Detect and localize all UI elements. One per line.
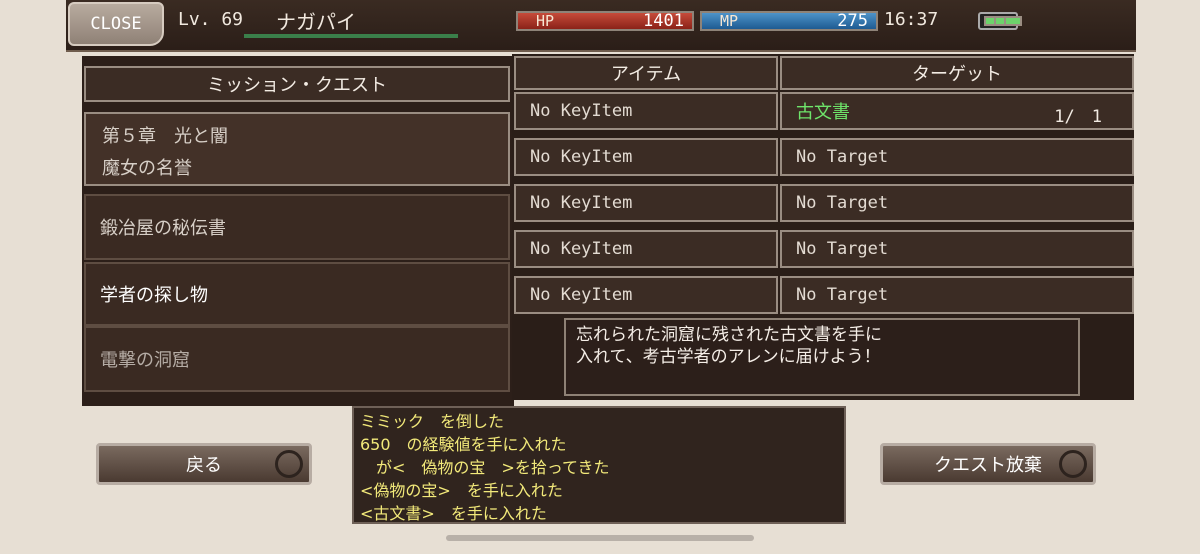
hp-gauge: HP 1401 xyxy=(516,11,694,31)
mp-value: 275 xyxy=(837,11,868,31)
item-cell: No KeyItem xyxy=(514,184,778,222)
target-count: 1/ 1 xyxy=(1054,107,1102,127)
hp-value: 1401 xyxy=(643,11,684,31)
mp-label: MP xyxy=(720,12,739,30)
abandon-button-label: クエスト放棄 xyxy=(934,455,1042,476)
target-cell: No Target xyxy=(780,230,1134,268)
quest-item-line2: 魔女の名誉 xyxy=(102,158,192,179)
target-cell: 古文書 1/ 1 xyxy=(780,92,1134,130)
item-cell: No KeyItem xyxy=(514,230,778,268)
close-button[interactable]: CLOSE xyxy=(68,2,164,46)
home-indicator[interactable] xyxy=(446,535,754,541)
item-column-header: アイテム xyxy=(514,56,778,90)
clock: 16:37 xyxy=(884,9,939,30)
back-button-label: 戻る xyxy=(186,455,222,476)
target-column-header: ターゲット xyxy=(780,56,1134,90)
level-text: Lv. 69 xyxy=(178,9,244,30)
swirl-ornament-icon xyxy=(275,450,303,478)
target-name: 古文書 xyxy=(796,102,850,123)
quest-item-cave[interactable]: 電撃の洞窟 xyxy=(84,326,510,392)
log-line: <古文書> を手に入れた xyxy=(360,504,547,523)
message-log: ミミック を倒した 650 の経験値を手に入れた が< 偽物の宝 >を拾ってきた… xyxy=(352,406,846,524)
battery-icon xyxy=(978,12,1022,30)
log-line: 650 の経験値を手に入れた xyxy=(360,435,567,454)
target-cell: No Target xyxy=(780,138,1134,176)
mp-gauge: MP 275 xyxy=(700,11,878,31)
quest-list-title: ミッション・クエスト xyxy=(84,66,510,102)
back-button[interactable]: 戻る xyxy=(96,443,312,485)
log-line: <偽物の宝> を手に入れた xyxy=(360,481,563,500)
description-line: 忘れられた洞窟に残された古文書を手に xyxy=(576,325,882,345)
abandon-quest-button[interactable]: クエスト放棄 xyxy=(880,443,1096,485)
item-cell: No KeyItem xyxy=(514,138,778,176)
quest-item-chapter5[interactable]: 第５章 光と闇 魔女の名誉 xyxy=(84,112,510,186)
log-line: が< 偽物の宝 >を拾ってきた xyxy=(360,458,610,477)
name-underline xyxy=(244,34,458,38)
description-line: 入れて、考古学者のアレンに届けよう！ xyxy=(576,347,881,367)
log-line: ミミック を倒した xyxy=(360,412,505,431)
quest-description: 忘れられた洞窟に残された古文書を手に 入れて、考古学者のアレンに届けよう！ xyxy=(564,318,1080,396)
quest-item-blacksmith[interactable]: 鍛冶屋の秘伝書 xyxy=(84,194,510,260)
swirl-ornament-icon xyxy=(1059,450,1087,478)
target-cell: No Target xyxy=(780,276,1134,314)
hp-label: HP xyxy=(536,12,555,30)
quest-item-scholar[interactable]: 学者の探し物 xyxy=(84,262,510,326)
item-cell: No KeyItem xyxy=(514,92,778,130)
item-cell: No KeyItem xyxy=(514,276,778,314)
character-name: ナガパイ xyxy=(276,10,356,34)
quest-item-line1: 第５章 光と闇 xyxy=(102,126,228,147)
target-cell: No Target xyxy=(780,184,1134,222)
